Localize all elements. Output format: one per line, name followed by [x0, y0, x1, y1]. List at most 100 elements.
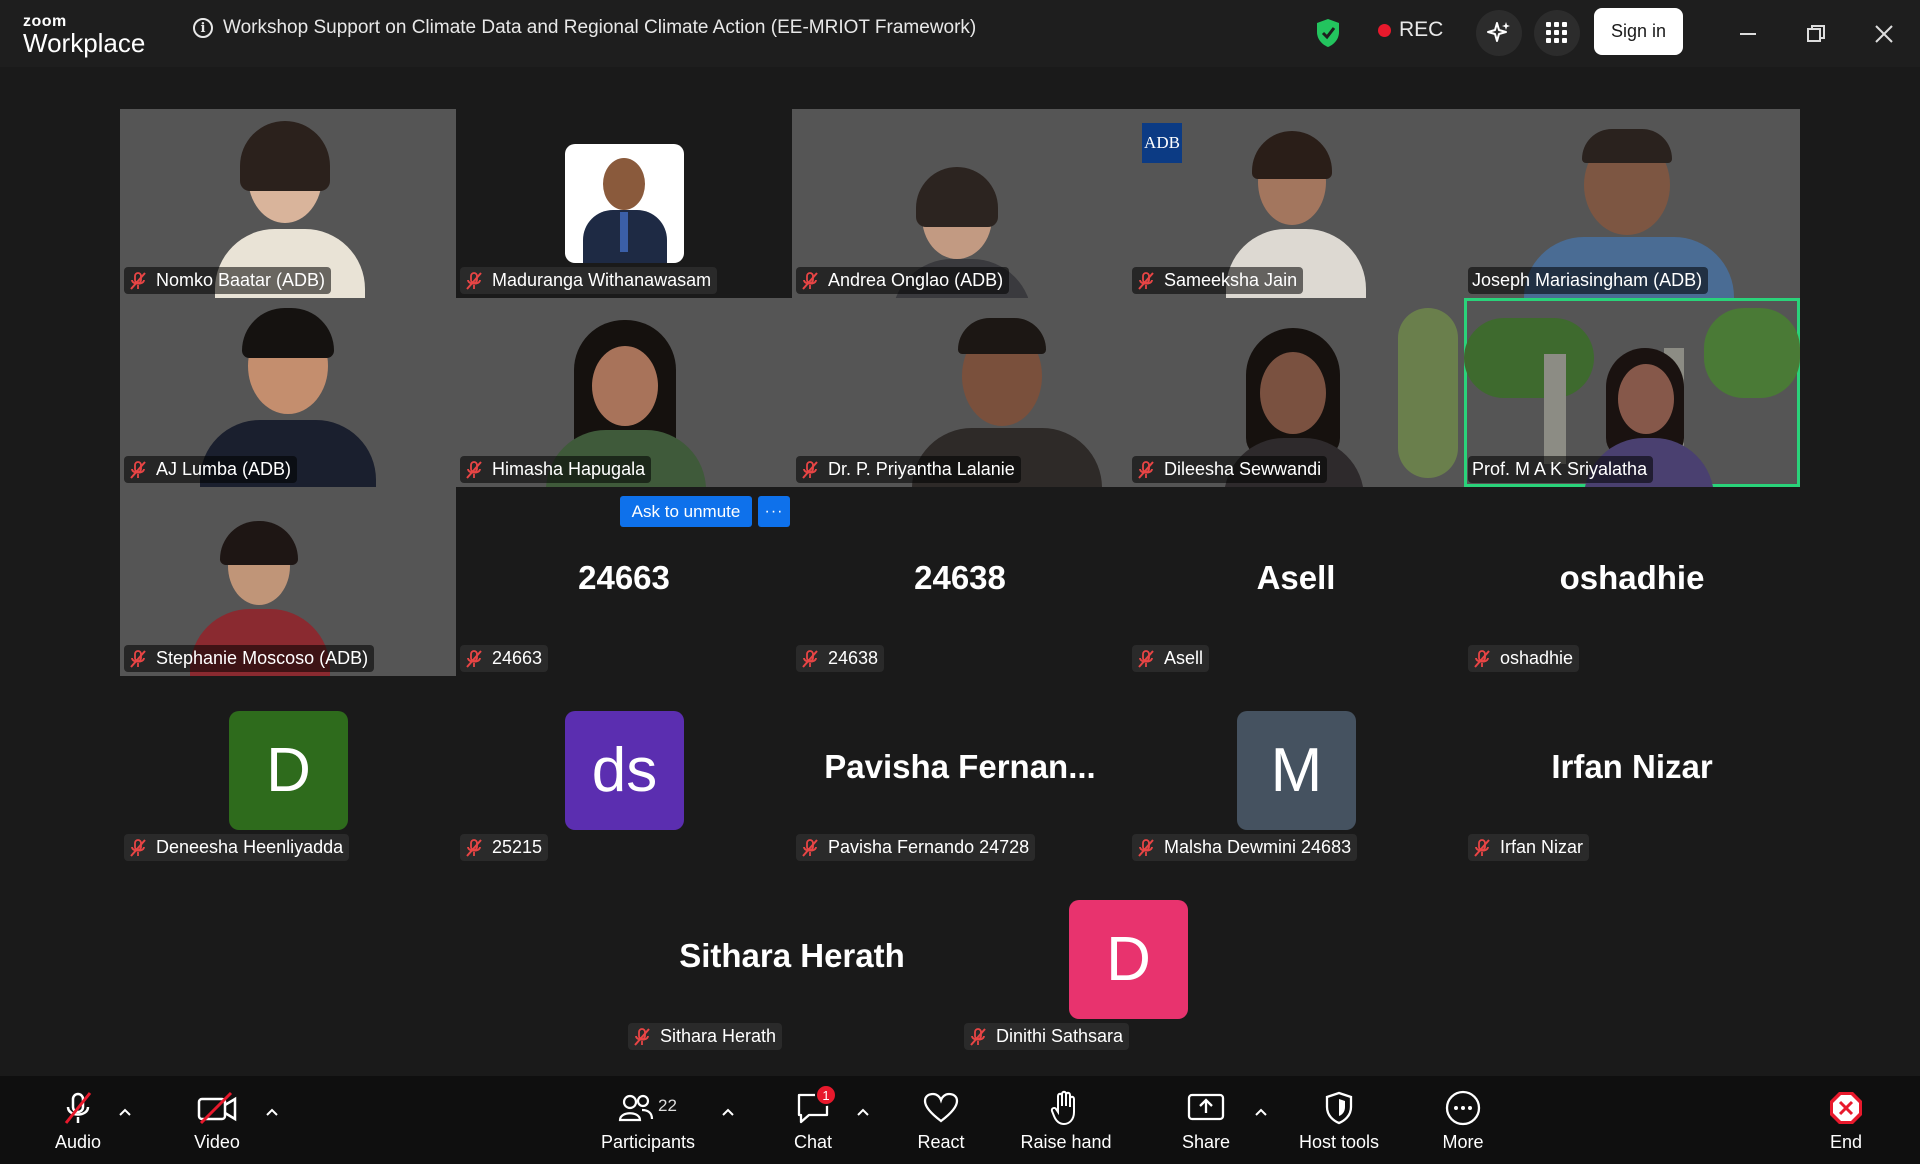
participant-name: Pavisha Fernando 24728 [828, 837, 1030, 857]
participant-name: AJ Lumba (ADB) [156, 459, 292, 479]
video-tile[interactable]: Dr. P. Priyantha Lalanie [792, 298, 1128, 487]
end-label: End [1829, 1132, 1863, 1152]
video-tile[interactable]: Himasha Hapugala [456, 298, 792, 487]
meeting-toolbar: Audio Video 22 Participants 1 Chat React… [0, 1076, 1920, 1164]
participant-name-label: Sithara Herath [628, 1023, 783, 1050]
mic-muted-icon [800, 838, 820, 858]
shield-icon [1325, 1091, 1353, 1125]
sparkle-icon [1487, 22, 1510, 42]
participant-name: Prof. M A K Sriyalatha [1472, 459, 1648, 479]
participants-label: Participants [600, 1132, 696, 1152]
mic-muted-icon [1136, 649, 1156, 669]
mic-muted-icon [64, 1092, 92, 1124]
participant-tile[interactable]: D Dinithi Sathsara [960, 865, 1296, 1054]
participant-tile[interactable]: D Deneesha Heenliyadda [120, 676, 456, 865]
participant-display-name: oshadhie [1559, 559, 1705, 596]
video-button[interactable]: Video [162, 1090, 272, 1153]
more-button[interactable]: More [1408, 1090, 1518, 1153]
video-tile-active-speaker[interactable]: Prof. M A K Sriyalatha [1464, 298, 1800, 487]
participant-name-label: Irfan Nizar [1468, 834, 1590, 861]
video-tile[interactable]: Nomko Baatar (ADB) [120, 109, 456, 298]
participant-tile[interactable]: 24638 24638 [792, 487, 1128, 676]
grid-icon [1546, 22, 1567, 43]
participant-tile[interactable]: Pavisha Fernan... Pavisha Fernando 24728 [792, 676, 1128, 865]
participant-name-label: 24663 [460, 645, 549, 672]
mic-muted-icon [1136, 271, 1156, 291]
mic-muted-icon [1136, 460, 1156, 480]
participant-name-label: Deneesha Heenliyadda [124, 834, 350, 861]
participant-name-label: AJ Lumba (ADB) [124, 456, 298, 483]
video-tile[interactable]: AJ Lumba (ADB) [120, 298, 456, 487]
participant-name: Nomko Baatar (ADB) [156, 270, 326, 290]
chat-button[interactable]: 1 Chat [758, 1084, 868, 1153]
more-label: More [1442, 1132, 1484, 1152]
participant-tile[interactable]: Irfan Nizar Irfan Nizar [1464, 676, 1800, 865]
mic-muted-icon [128, 460, 148, 480]
participant-name: Himasha Hapugala [492, 459, 646, 479]
participants-options-caret[interactable] [718, 1102, 738, 1122]
end-meeting-icon [1830, 1092, 1862, 1124]
share-options-caret[interactable] [1251, 1102, 1271, 1122]
end-meeting-button[interactable]: End [1791, 1090, 1901, 1153]
video-tile[interactable]: Andrea Onglao (ADB) [792, 109, 1128, 298]
participant-name: Dinithi Sathsara [996, 1026, 1124, 1046]
ask-to-unmute-button[interactable]: Ask to unmute [620, 496, 752, 527]
meeting-title[interactable]: i Workshop Support on Climate Data and R… [193, 17, 976, 39]
chevron-up-icon [722, 1108, 734, 1116]
ai-companion-button[interactable] [1476, 10, 1522, 56]
raise-hand-icon [1050, 1090, 1075, 1126]
chat-options-caret[interactable] [853, 1102, 873, 1122]
participant-tile[interactable]: M Malsha Dewmini 24683 [1128, 676, 1464, 865]
share-screen-icon [1187, 1093, 1225, 1121]
participant-tile[interactable]: Asell Asell [1128, 487, 1464, 676]
participant-name-label: Nomko Baatar (ADB) [124, 267, 332, 294]
participant-tile[interactable]: oshadhie oshadhie [1464, 487, 1800, 676]
video-options-caret[interactable] [262, 1102, 282, 1122]
react-button[interactable]: React [886, 1090, 996, 1153]
share-button[interactable]: Share [1151, 1090, 1261, 1153]
recording-indicator[interactable]: REC [1378, 18, 1443, 42]
video-tile[interactable]: Maduranga Withanawasam [456, 109, 792, 298]
participant-name-label: Sameeksha Jain [1132, 267, 1304, 294]
participant-name-label: Prof. M A K Sriyalatha [1468, 456, 1654, 483]
mic-muted-icon [464, 271, 484, 291]
info-icon[interactable]: i [193, 18, 213, 38]
raise-hand-label: Raise hand [1020, 1132, 1112, 1152]
close-button[interactable] [1866, 16, 1902, 52]
participant-name: Sameeksha Jain [1164, 270, 1298, 290]
participant-name: Irfan Nizar [1500, 837, 1584, 857]
chevron-up-icon [1255, 1108, 1267, 1116]
sign-in-button[interactable]: Sign in [1594, 8, 1683, 55]
audio-label: Audio [54, 1132, 102, 1152]
camera-off-icon [197, 1091, 237, 1125]
participants-button[interactable]: 22 Participants [593, 1090, 703, 1153]
minimize-button[interactable] [1730, 16, 1766, 52]
chevron-up-icon [857, 1108, 869, 1116]
host-tools-button[interactable]: Host tools [1284, 1090, 1394, 1153]
chat-unread-badge: 1 [815, 1084, 837, 1106]
mic-muted-icon [464, 649, 484, 669]
encryption-shield-icon[interactable] [1315, 18, 1341, 48]
participant-name: Sithara Herath [660, 1026, 777, 1046]
participant-tile[interactable]: ds 25215 [456, 676, 792, 865]
participant-display-name: Asell [1256, 559, 1336, 596]
video-tile[interactable]: Dileesha Sewwandi [1128, 298, 1464, 487]
restore-button[interactable] [1798, 16, 1834, 52]
participant-tile[interactable]: Sithara Herath Sithara Herath [624, 865, 960, 1054]
video-tile[interactable]: Joseph Mariasingham (ADB) [1464, 109, 1800, 298]
apps-button[interactable] [1534, 10, 1580, 56]
mic-muted-icon [968, 1027, 988, 1047]
mic-muted-icon [800, 460, 820, 480]
mic-muted-icon [128, 838, 148, 858]
mic-muted-icon [800, 649, 820, 669]
video-tile[interactable]: Stephanie Moscoso (ADB) [120, 487, 456, 676]
participant-name: Malsha Dewmini 24683 [1164, 837, 1352, 857]
participant-name-label: Andrea Onglao (ADB) [796, 267, 1010, 294]
audio-options-caret[interactable] [115, 1102, 135, 1122]
video-tile[interactable]: ADB Sameeksha Jain [1128, 109, 1464, 298]
mic-muted-icon [128, 649, 148, 669]
participant-name-label: Dileesha Sewwandi [1132, 456, 1328, 483]
tile-more-options-button[interactable]: ··· [758, 496, 790, 527]
participant-hair [240, 121, 330, 191]
raise-hand-button[interactable]: Raise hand [1011, 1090, 1121, 1153]
